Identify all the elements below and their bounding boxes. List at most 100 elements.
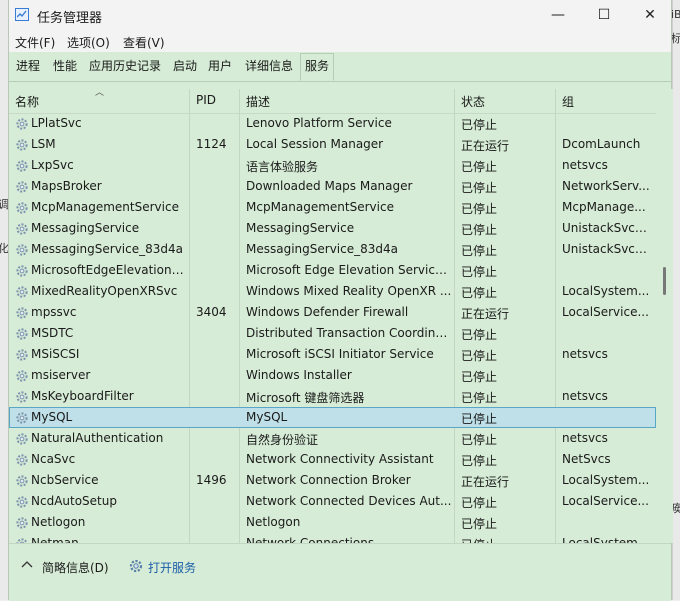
window-title: 任务管理器 — [37, 11, 103, 26]
menu-options[interactable]: 选项(O) — [67, 34, 110, 51]
tab-details[interactable]: 详细信息 — [241, 58, 297, 78]
service-name: MixedRealityOpenXRSvc — [31, 284, 178, 298]
service-gear-icon — [15, 474, 29, 488]
service-description: Lenovo Platform Service — [246, 116, 392, 130]
service-name: NaturalAuthentication — [31, 431, 164, 445]
service-status: 已停止 — [461, 118, 498, 132]
service-name: MapsBroker — [31, 179, 102, 193]
service-gear-icon — [15, 138, 29, 152]
service-row[interactable]: NaturalAuthentication 自然身份验证 已停止 netsvcs — [9, 428, 656, 449]
tab-startup[interactable]: 启动 — [169, 58, 201, 78]
service-group: LocalSystem... — [562, 536, 650, 543]
service-description: Microsoft Edge Elevation Service... — [246, 263, 452, 277]
column-header-group[interactable]: 组 — [562, 93, 574, 110]
service-group: netsvcs — [562, 389, 608, 403]
tab-users[interactable]: 用户 — [204, 58, 236, 78]
service-status: 已停止 — [461, 202, 498, 216]
column-header-name[interactable]: 名称 — [15, 93, 39, 110]
service-row[interactable]: MapsBroker Downloaded Maps Manager 已停止 Netw… — [9, 176, 656, 197]
service-gear-icon — [15, 453, 29, 467]
service-gear-icon — [15, 264, 29, 278]
menu-file[interactable]: 文件(F) — [15, 34, 55, 51]
service-description: Downloaded Maps Manager — [246, 179, 413, 193]
service-row[interactable]: msiserver Windows Installer 已停止 — [9, 365, 656, 386]
service-gear-icon — [15, 390, 29, 404]
service-row[interactable]: MessagingService MessagingService 已停止 Unist… — [9, 218, 656, 239]
column-header-row: ︿ 名称 PID 描述 状态 组 — [9, 88, 656, 114]
service-row[interactable]: mpssvc 3404 Windows Defender Firewall 正在运行 L… — [9, 302, 656, 323]
service-name: MSiSCSI — [31, 347, 80, 361]
service-gear-icon — [15, 222, 29, 236]
title-bar[interactable]: 任务管理器 — ☐ ✕ — [9, 0, 671, 30]
service-description: Netlogon — [246, 515, 301, 529]
service-group: LocalSystem... — [562, 284, 650, 298]
service-name: LSM — [31, 137, 56, 151]
service-row[interactable]: MsKeyboardFilter Microsoft 键盘筛选器 已停止 netsvc… — [9, 386, 656, 407]
service-row[interactable]: NcaSvc Network Connectivity Assistant 已停止 N… — [9, 449, 656, 470]
service-row[interactable]: LxpSvc 语言体验服务 已停止 netsvcs — [9, 155, 656, 176]
column-divider[interactable] — [239, 89, 240, 113]
service-description: Network Connection Broker — [246, 473, 411, 487]
service-gear-icon — [15, 327, 29, 341]
service-gear-icon — [15, 369, 29, 383]
open-services-link[interactable]: 打开服务 — [148, 559, 196, 576]
service-status: 正在运行 — [461, 307, 510, 321]
service-row[interactable]: McpManagementService McpManagementService… — [9, 197, 656, 218]
column-divider[interactable] — [454, 89, 455, 113]
service-gear-icon — [15, 495, 29, 509]
tab-app-history[interactable]: 应用历史记录 — [85, 58, 165, 78]
minimize-button[interactable]: — — [535, 0, 581, 30]
service-status: 正在运行 — [461, 139, 510, 153]
menu-view[interactable]: 查看(V) — [123, 34, 165, 51]
tab-performance[interactable]: 性能 — [49, 58, 81, 78]
service-row[interactable]: MixedRealityOpenXRSvc Windows Mixed Reali… — [9, 281, 656, 302]
service-row[interactable]: MSiSCSI Microsoft iSCSI Initiator Service… — [9, 344, 656, 365]
service-row[interactable]: MessagingService_83d4a MessagingService_8… — [9, 239, 656, 260]
service-description: Windows Mixed Reality OpenXR ... — [246, 284, 452, 298]
service-status: 已停止 — [461, 454, 498, 468]
service-row[interactable]: MySQL MySQL 已停止 — [9, 407, 656, 428]
service-group: McpManage... — [562, 200, 646, 214]
service-group: DcomLaunch — [562, 137, 641, 151]
tab-services[interactable]: 服务 — [300, 53, 335, 81]
service-row[interactable]: LSM 1124 Local Session Manager 正在运行 DcomLaun… — [9, 134, 656, 155]
service-row[interactable]: MicrosoftEdgeElevationS... Microsoft Edge… — [9, 260, 656, 281]
services-gear-icon — [128, 558, 144, 577]
service-row[interactable]: MSDTC Distributed Transaction Coordina...… — [9, 323, 656, 344]
service-row[interactable]: Netman Network Connections 已停止 LocalSystem.… — [9, 533, 656, 543]
maximize-button[interactable]: ☐ — [581, 0, 627, 30]
service-status: 已停止 — [461, 349, 498, 363]
service-description: MessagingService_83d4a — [246, 242, 398, 256]
service-row[interactable]: Netlogon Netlogon 已停止 — [9, 512, 656, 533]
vertical-scrollbar[interactable] — [656, 89, 673, 543]
column-header-status[interactable]: 状态 — [461, 93, 485, 110]
tab-processes[interactable]: 进程 — [12, 58, 44, 78]
column-divider[interactable] — [555, 89, 556, 113]
service-group: NetSvcs — [562, 452, 611, 466]
scrollbar-thumb[interactable] — [663, 267, 666, 295]
service-name: msiserver — [31, 368, 91, 382]
service-status: 已停止 — [461, 244, 498, 258]
service-description: MessagingService — [246, 221, 355, 235]
service-description: MySQL — [246, 410, 288, 424]
service-name: mpssvc — [31, 305, 77, 319]
close-button[interactable]: ✕ — [627, 0, 673, 30]
column-header-pid[interactable]: PID — [196, 93, 216, 107]
service-description: Network Connections — [246, 536, 375, 543]
column-header-description[interactable]: 描述 — [246, 93, 270, 110]
service-name: LxpSvc — [31, 158, 74, 172]
service-group: netsvcs — [562, 431, 608, 445]
fewer-details-button[interactable]: 简略信息(D) — [42, 559, 109, 576]
service-row[interactable]: NcdAutoSetup Network Connected Devices Au… — [9, 491, 656, 512]
service-gear-icon — [15, 432, 29, 446]
service-status: 已停止 — [461, 391, 498, 405]
service-status: 已停止 — [461, 223, 498, 237]
column-divider[interactable] — [189, 89, 190, 113]
service-group: UnistackSvcG... — [562, 221, 650, 235]
service-row[interactable]: NcbService 1496 Network Connection Broker 正… — [9, 470, 656, 491]
service-row[interactable]: LPlatSvc Lenovo Platform Service 已停止 — [9, 113, 656, 134]
service-gear-icon — [15, 411, 29, 425]
service-group: LocalSystem... — [562, 473, 650, 487]
chevron-up-icon[interactable] — [21, 558, 33, 572]
service-status: 已停止 — [461, 536, 551, 543]
